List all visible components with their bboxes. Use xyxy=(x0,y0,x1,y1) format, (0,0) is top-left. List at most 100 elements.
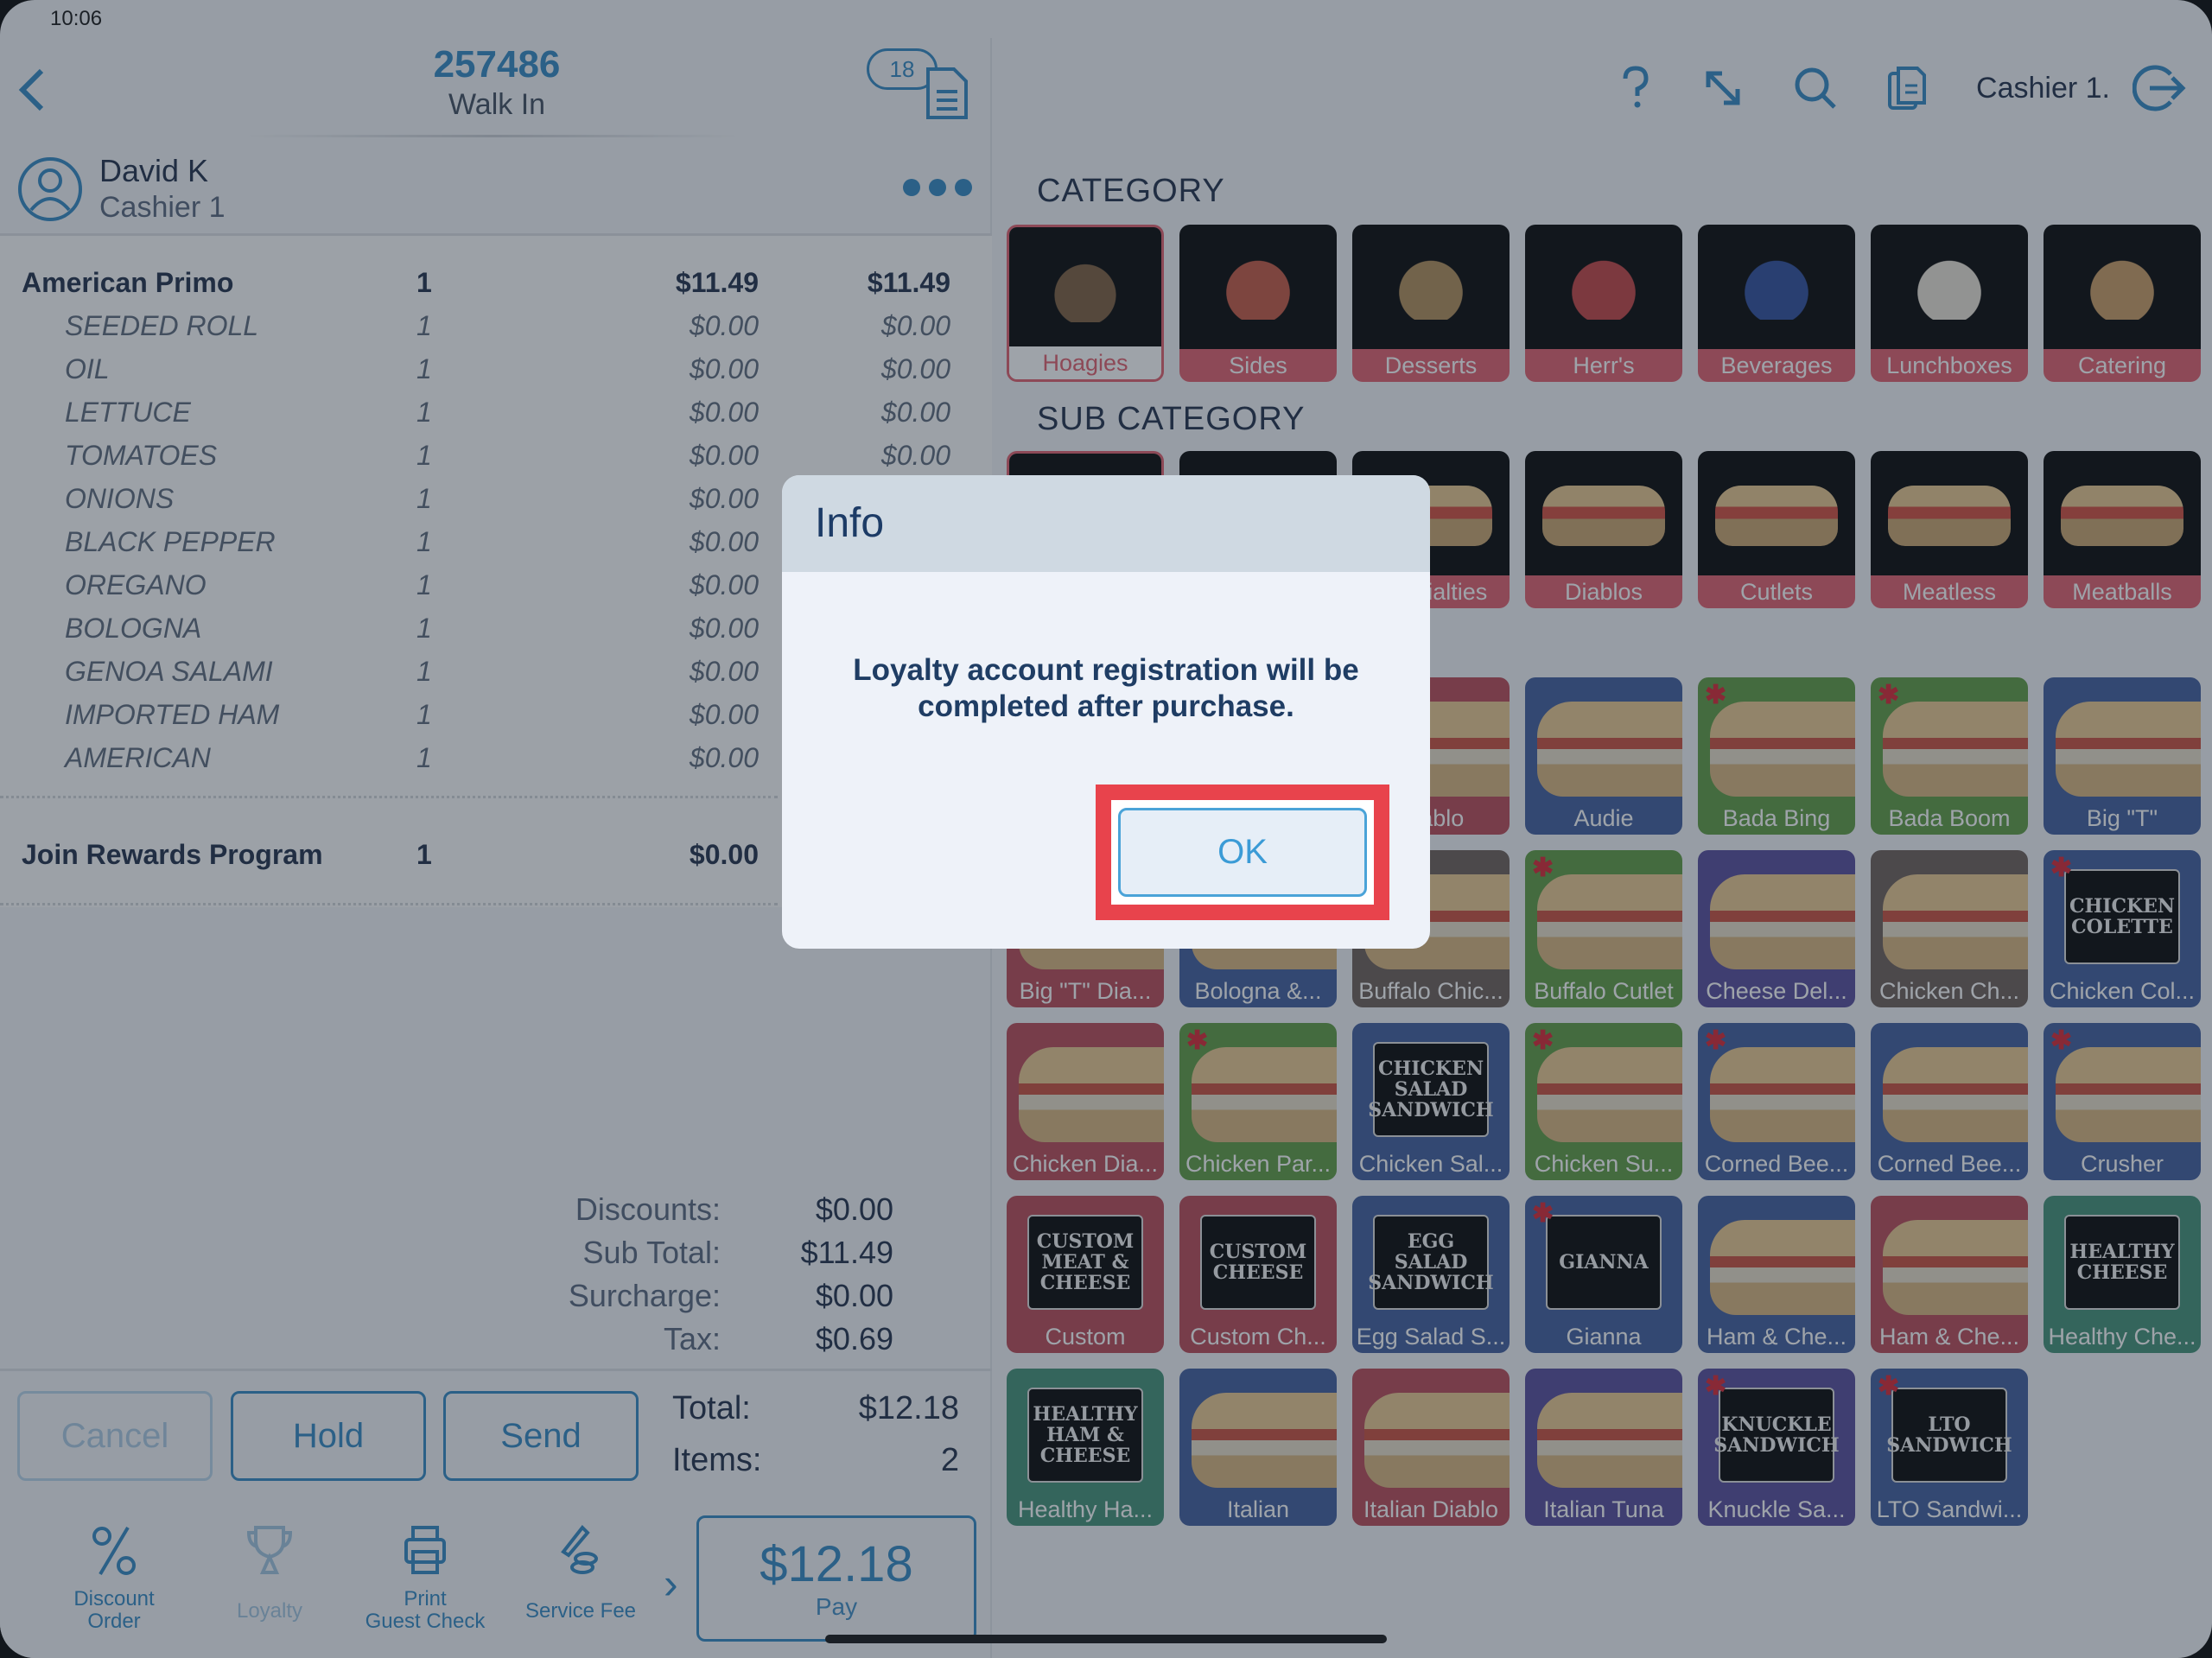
subcategory-tile[interactable]: Meatless xyxy=(1871,451,2028,608)
product-sign-image: CHICKEN COLETTE xyxy=(2064,869,2180,964)
product-tile[interactable]: Ham & Che... xyxy=(1871,1196,2028,1353)
category-tile[interactable]: Desserts xyxy=(1352,225,1510,382)
product-tile[interactable]: Audie xyxy=(1525,677,1682,835)
send-button[interactable]: Send xyxy=(443,1391,639,1481)
service-fee-button[interactable]: Service Fee xyxy=(516,1524,645,1623)
top-toolbar: Cashier 1. xyxy=(1618,64,2186,112)
avatar-icon xyxy=(18,157,82,221)
product-tile[interactable]: Italian Diablo xyxy=(1352,1369,1510,1526)
item-name: AMERICAN xyxy=(65,742,211,773)
category-tile[interactable]: Sides xyxy=(1179,225,1337,382)
header-divider xyxy=(242,135,743,137)
product-tile[interactable]: GIANNA ✱ Gianna xyxy=(1525,1196,1682,1353)
product-sign-image: GIANNA xyxy=(1546,1215,1662,1310)
pay-button[interactable]: $12.18 Pay xyxy=(696,1515,976,1642)
product-tile[interactable]: KNUCKLE SANDWICH ✱ Knuckle Sa... xyxy=(1698,1369,1855,1526)
help-icon[interactable] xyxy=(1618,65,1653,111)
product-label: Chicken Col... xyxy=(2049,978,2196,1004)
product-tile[interactable]: HEALTHY HAM & CHEESE Healthy Ha... xyxy=(1007,1369,1164,1526)
hold-button[interactable]: Hold xyxy=(231,1391,426,1481)
product-sign-image: CUSTOM MEAT & CHEESE xyxy=(1027,1215,1143,1310)
item-name: Join Rewards Program xyxy=(22,839,323,870)
item-qty: 1 xyxy=(416,742,432,773)
subcategory-tile[interactable]: Diablos xyxy=(1525,451,1682,608)
product-tile[interactable]: CHICKEN COLETTE ✱ Chicken Col... xyxy=(2044,850,2201,1007)
product-tile[interactable]: ✱ Bada Boom xyxy=(1871,677,2028,835)
cancel-button[interactable]: Cancel xyxy=(17,1391,213,1481)
product-tile[interactable]: CUSTOM CHEESE Custom Ch... xyxy=(1179,1196,1337,1353)
product-tile[interactable]: CHICKEN SALAD SANDWICH Chicken Sal... xyxy=(1352,1023,1510,1180)
expand-icon[interactable] xyxy=(1701,67,1745,110)
loyalty-label: Loyalty xyxy=(236,1599,303,1623)
documents-icon[interactable] xyxy=(1886,65,1928,111)
modifier-row[interactable]: OIL 1 $0.00 $0.00 xyxy=(0,353,992,397)
category-image xyxy=(1352,225,1510,351)
item-qty: 1 xyxy=(416,353,432,384)
discount-order-button[interactable]: Discount Order xyxy=(49,1524,179,1633)
back-button[interactable] xyxy=(16,64,50,116)
product-tile[interactable]: HEALTHY CHEESE Healthy Che... xyxy=(2044,1196,2201,1353)
item-qty: 1 xyxy=(416,483,432,514)
logout-icon[interactable] xyxy=(2133,64,2186,112)
product-image xyxy=(2056,702,2201,797)
modifier-row[interactable]: SEEDED ROLL 1 $0.00 $0.00 xyxy=(0,310,992,353)
info-dialog: Info Loyalty account registration will b… xyxy=(782,475,1430,949)
category-tile[interactable]: Herr's xyxy=(1525,225,1682,382)
product-tile[interactable]: Chicken Ch... xyxy=(1871,850,2028,1007)
customer-row[interactable]: David K Cashier 1 xyxy=(0,146,992,231)
product-tile[interactable]: ✱ Corned Bee... xyxy=(1698,1023,1855,1180)
ticket-list-icon[interactable] xyxy=(925,66,969,121)
subcategory-image xyxy=(2044,451,2201,577)
print-guest-check-button[interactable]: Print Guest Check xyxy=(360,1524,490,1633)
product-tile[interactable]: Italian Tuna xyxy=(1525,1369,1682,1526)
category-tile[interactable]: Catering xyxy=(2044,225,2201,382)
product-label: Italian xyxy=(1226,1496,1290,1522)
product-tile[interactable]: Cheese Del... xyxy=(1698,850,1855,1007)
product-tile[interactable]: Ham & Che... xyxy=(1698,1196,1855,1353)
order-item-row[interactable]: American Primo 1 $11.49 $11.49 xyxy=(0,267,992,310)
subcategory-tile[interactable]: Meatballs xyxy=(2044,451,2201,608)
search-icon[interactable] xyxy=(1793,66,1838,111)
more-actions-chevron-icon[interactable]: › xyxy=(664,1559,678,1609)
product-tile[interactable]: ✱ Buffalo Cutlet xyxy=(1525,850,1682,1007)
ok-button[interactable]: OK xyxy=(1118,808,1367,897)
pay-label: Pay xyxy=(815,1593,858,1620)
more-options-icon[interactable] xyxy=(903,179,972,196)
product-image xyxy=(1883,1047,2028,1142)
product-tile[interactable]: ✱ Chicken Su... xyxy=(1525,1023,1682,1180)
product-tile[interactable]: CUSTOM MEAT & CHEESE Custom xyxy=(1007,1196,1164,1353)
category-tile[interactable]: Lunchboxes xyxy=(1871,225,2028,382)
featured-star-icon: ✱ xyxy=(1532,1199,1554,1228)
category-tile[interactable]: Beverages xyxy=(1698,225,1855,382)
category-tile[interactable]: Hoagies xyxy=(1007,225,1164,382)
item-price: $0.00 xyxy=(689,526,759,557)
ok-highlight-box: OK xyxy=(1096,785,1389,920)
discount-order-label: Discount Order xyxy=(73,1587,155,1633)
product-label: Big "T" Dia... xyxy=(1019,978,1152,1004)
product-tile[interactable]: Italian xyxy=(1179,1369,1337,1526)
modifier-row[interactable]: LETTUCE 1 $0.00 $0.00 xyxy=(0,397,992,440)
item-price: $0.00 xyxy=(689,613,759,644)
subcategory-tile[interactable]: Cutlets xyxy=(1698,451,1855,608)
trophy-icon xyxy=(246,1526,293,1574)
item-name: LETTUCE xyxy=(65,397,191,428)
item-name: OIL xyxy=(65,353,110,384)
total-label: Total: xyxy=(672,1390,751,1426)
item-qty: 1 xyxy=(416,839,432,870)
product-tile[interactable]: ✱ Bada Bing xyxy=(1698,677,1855,835)
product-tile[interactable]: EGG SALAD SANDWICH Egg Salad S... xyxy=(1352,1196,1510,1353)
item-price: $0.00 xyxy=(689,742,759,773)
product-label: Bada Bing xyxy=(1722,805,1831,831)
item-name: ONIONS xyxy=(65,483,175,514)
product-tile[interactable]: Corned Bee... xyxy=(1871,1023,2028,1180)
product-tile[interactable]: ✱ Crusher xyxy=(2044,1023,2201,1180)
product-tile[interactable]: LTO SANDWICH ✱ LTO Sandwi... xyxy=(1871,1369,2028,1526)
product-tile[interactable]: ✱ Chicken Par... xyxy=(1179,1023,1337,1180)
order-type[interactable]: Walk In xyxy=(346,88,648,122)
service-fee-label: Service Fee xyxy=(524,1599,637,1623)
cashier-name[interactable]: Cashier 1. xyxy=(1976,72,2110,105)
product-tile[interactable]: Big "T" xyxy=(2044,677,2201,835)
order-number: 257486 xyxy=(433,43,561,86)
product-tile[interactable]: Chicken Dia... xyxy=(1007,1023,1164,1180)
loyalty-button[interactable]: Loyalty xyxy=(205,1524,334,1623)
